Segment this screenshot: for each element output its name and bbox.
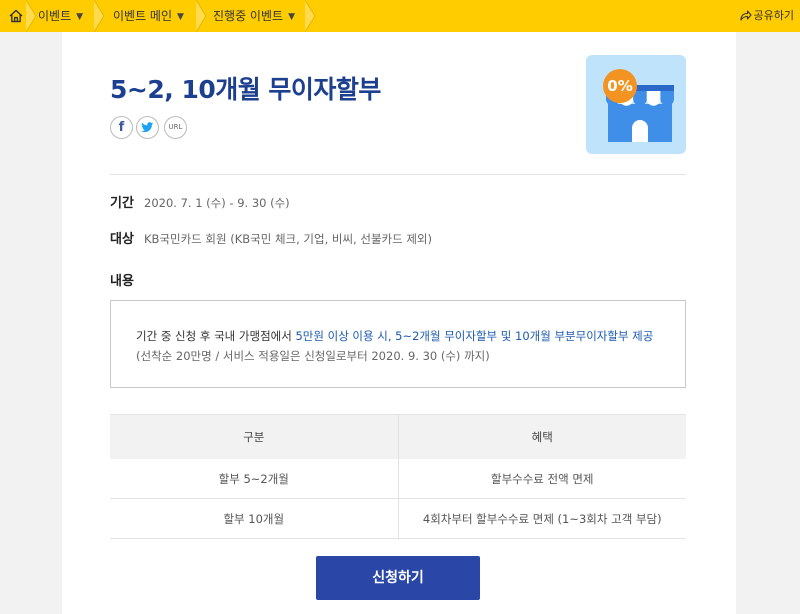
divider [110,174,686,175]
benefit-table: 구분 혜택 할부 5~2개월 할부수수료 전액 면제 할부 10개월 4회차부터… [110,414,686,539]
event-thumbnail: 0% [586,55,686,154]
top-bar: 이벤트 ▼ 이벤트 메인 ▼ 진행중 이벤트 ▼ 공유하기 [0,0,800,32]
table-header: 구분 혜택 [110,414,686,459]
chevron-down-icon: ▼ [177,12,184,22]
separator-icon [196,0,207,32]
period-value: 2020. 7. 1 (수) - 9. 30 (수) [144,196,290,210]
separator-icon [94,0,105,32]
target-label: 대상 [110,232,134,247]
apply-button[interactable]: 신청하기 [316,556,480,600]
url-copy-button[interactable]: URL [164,116,187,139]
store-icon [603,69,674,142]
period-label: 기간 [110,196,134,211]
breadcrumb-event-main[interactable]: 이벤트 메인 ▼ [113,0,184,32]
table-cell: 4회차부터 할부수수료 면제 (1~3회차 고객 부담) [422,511,662,526]
breadcrumb-event[interactable]: 이벤트 ▼ [38,0,83,32]
page-title: 5~2, 10개월 무이자할부 [110,75,381,104]
table-row: 할부 5~2개월 할부수수료 전액 면제 [110,459,686,499]
chevron-down-icon: ▼ [288,12,295,22]
content-highlight: 5만원 이상 이용 시, 5~2개월 무이자할부 및 10개월 부분무이자할부 … [295,329,654,343]
table-row: 할부 10개월 4회차부터 할부수수료 면제 (1~3회차 고객 부담) [110,499,686,539]
header-category: 구분 [110,415,399,459]
chevron-down-icon: ▼ [76,12,84,22]
twitter-share-button[interactable] [136,116,159,139]
table-cell: 할부 5~2개월 [110,459,399,498]
content-note: (선착순 20만명 / 서비스 적용일은 신청일로부터 2020. 9. 30 … [136,349,490,363]
share-icon [739,10,752,21]
share-button[interactable]: 공유하기 [739,0,794,32]
content-box: 기간 중 신청 후 국내 가맹점에서 5만원 이상 이용 시, 5~2개월 무이… [110,300,686,388]
content-description: 기간 중 신청 후 국내 가맹점에서 5만원 이상 이용 시, 5~2개월 무이… [136,329,654,343]
table-cell: 할부수수료 전액 면제 [490,471,594,486]
separator-icon [305,0,316,32]
breadcrumb-ongoing-event[interactable]: 진행중 이벤트 ▼ [213,0,295,32]
content-label: 내용 [110,274,134,289]
facebook-share-button[interactable]: f [110,116,133,139]
header-benefit: 혜택 [531,430,553,444]
table-cell: 할부 10개월 [110,499,399,538]
home-icon[interactable] [9,9,23,23]
zero-percent-badge: 0% [607,77,633,95]
target-value: KB국민카드 회원 (KB국민 체크, 기업, 비씨, 선불카드 제외) [144,232,432,246]
separator-icon [26,0,37,32]
twitter-icon [141,122,154,133]
